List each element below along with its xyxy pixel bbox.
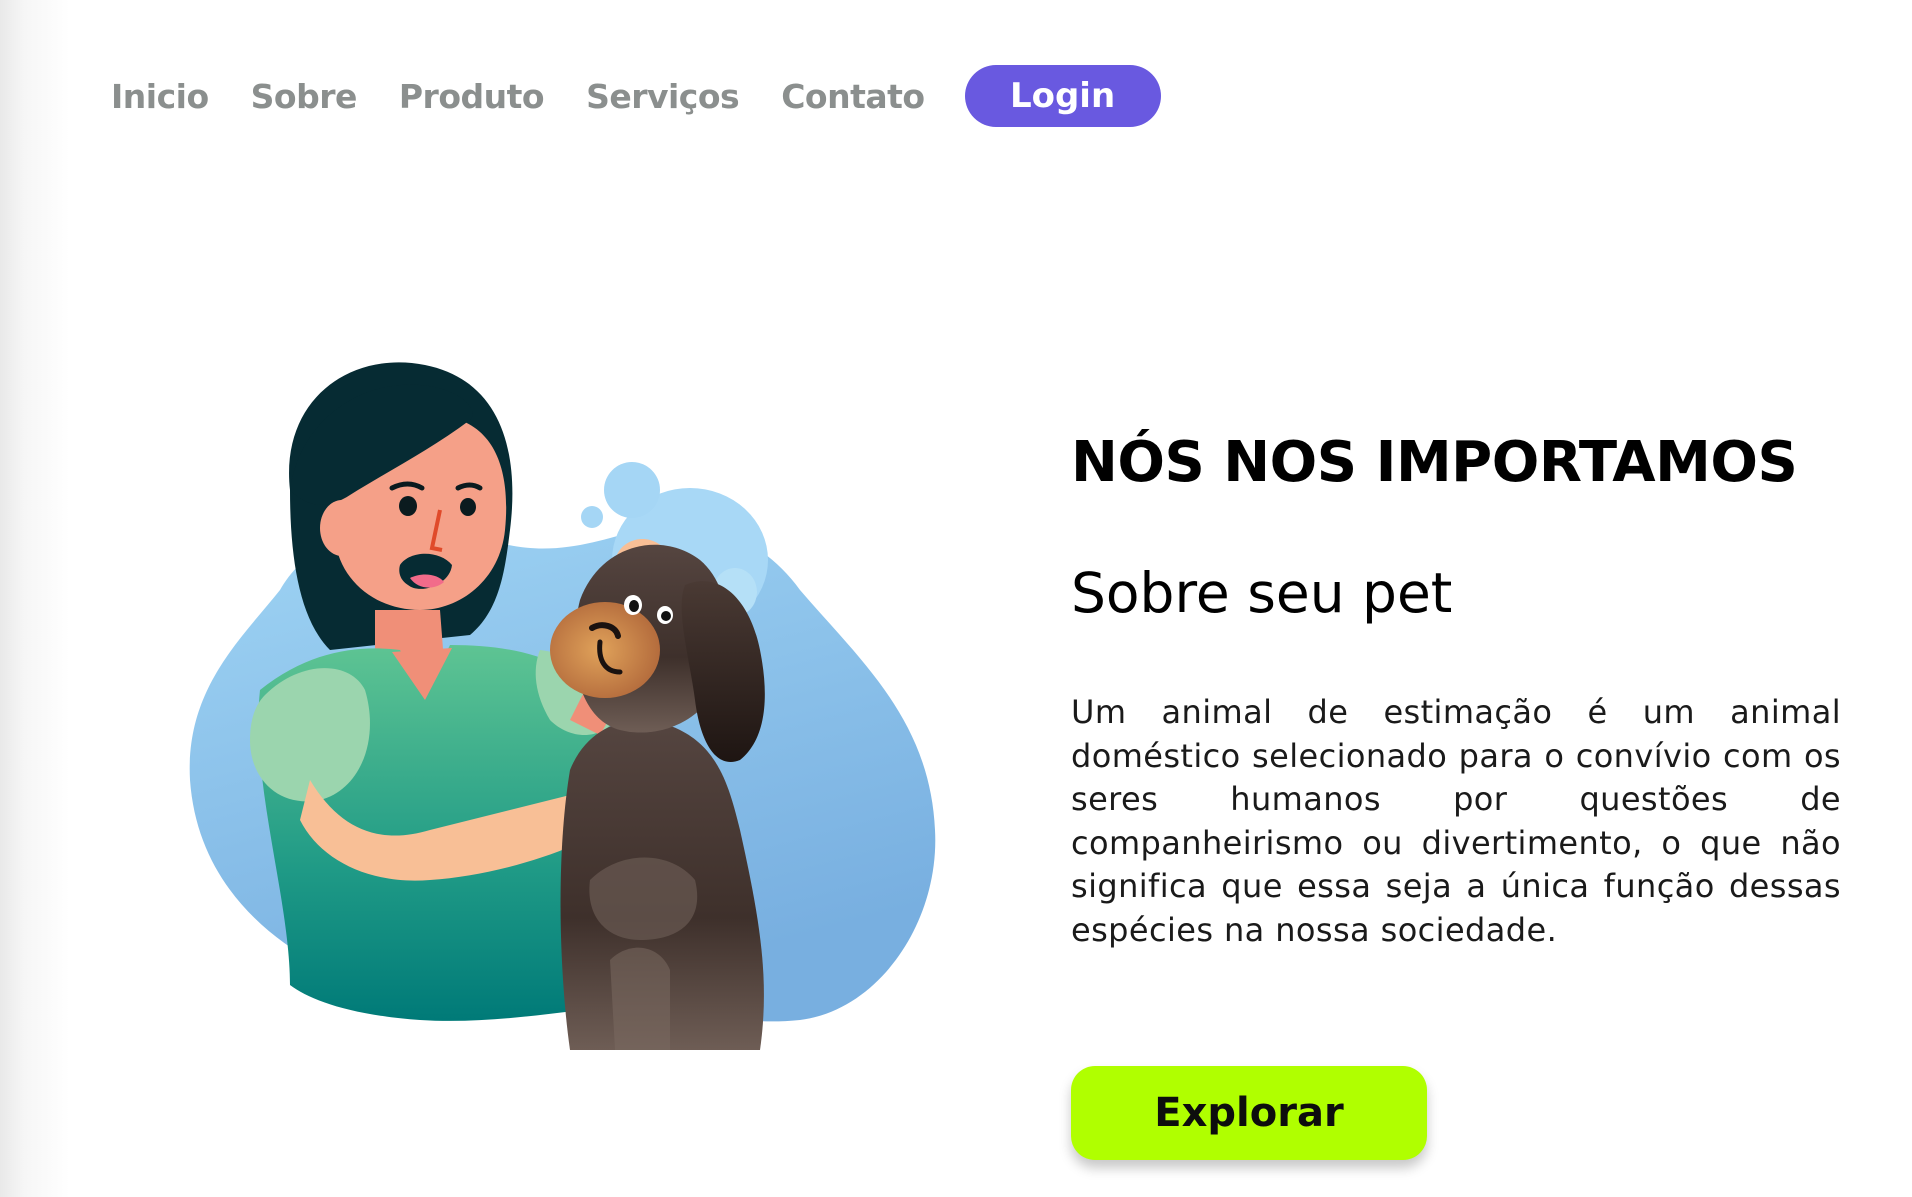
nav-link-contato[interactable]: Contato [781,77,925,116]
hero-subtitle: Sobre seu pet [1071,561,1453,625]
nav-link-inicio[interactable]: Inicio [111,77,209,116]
landing-page: Inicio Sobre Produto Serviços Contato Lo… [0,0,1912,1197]
nav-link-sobre[interactable]: Sobre [251,77,358,116]
hero-description: Um animal de estimação é um animal domés… [1071,693,1841,949]
hero-title: NÓS NOS IMPORTAMOS [1071,430,1798,495]
left-edge-shadow [0,0,70,1197]
login-button[interactable]: Login [964,65,1161,127]
hero-text-block: NÓS NOS IMPORTAMOS Sobre seu pet Um anim… [1071,430,1841,952]
nav-link-produto[interactable]: Produto [399,77,545,116]
top-navigation: Inicio Sobre Produto Serviços Contato Lo… [111,64,1161,128]
explore-button[interactable]: Explorar [1071,1066,1427,1160]
nav-link-servicos[interactable]: Serviços [586,77,740,116]
woman-giving-eye-drops-to-dog-illustration [160,360,960,1060]
